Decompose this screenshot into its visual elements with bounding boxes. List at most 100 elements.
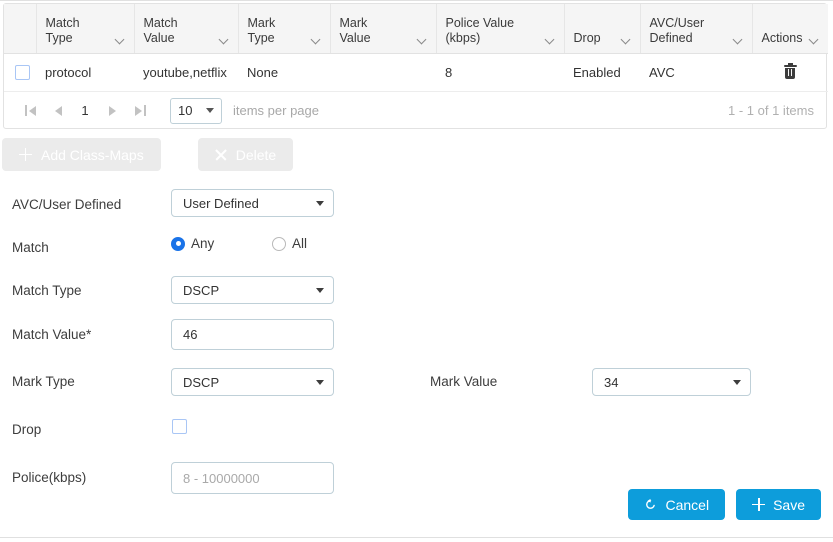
field-match: Match Any All bbox=[0, 230, 833, 272]
radio-unselected-icon bbox=[272, 236, 286, 251]
column-header-match-value-line1: Match bbox=[143, 15, 178, 30]
field-avc-user-defined: AVC/User Defined User Defined bbox=[0, 186, 833, 230]
match-radio-group: Any All bbox=[171, 236, 307, 251]
pagination-bar: 1 10 items per page 1 - 1 of 1 items bbox=[4, 92, 826, 129]
cancel-button[interactable]: Cancel bbox=[628, 489, 726, 520]
first-page-button[interactable] bbox=[16, 99, 44, 123]
class-map-configuration-page: Match Type Match Value Mark Type Mark Va… bbox=[0, 0, 833, 542]
field-drop: Drop bbox=[0, 404, 833, 448]
add-class-maps-button[interactable]: Add Class-Maps bbox=[2, 138, 161, 171]
cancel-label: Cancel bbox=[665, 496, 710, 513]
match-radio-any[interactable]: Any bbox=[171, 236, 272, 251]
chevron-down-icon[interactable] bbox=[417, 35, 427, 45]
chevron-down-icon[interactable] bbox=[733, 35, 743, 45]
column-header-police-value[interactable]: Police Value (kbps) bbox=[436, 4, 565, 54]
radio-selected-icon bbox=[171, 236, 185, 251]
bottom-divider bbox=[0, 537, 833, 538]
row-select-checkbox[interactable] bbox=[15, 64, 30, 80]
row-select-cell[interactable] bbox=[4, 53, 36, 92]
mark-type-select[interactable]: DSCP bbox=[171, 368, 334, 396]
column-header-mark-value-line2: Value bbox=[339, 30, 371, 45]
cell-actions[interactable] bbox=[752, 53, 828, 92]
avc-user-defined-select[interactable]: User Defined bbox=[171, 189, 334, 217]
field-match-value: Match Value* 46 bbox=[0, 314, 833, 359]
column-header-drop-label: Drop bbox=[573, 30, 601, 45]
table-toolbar: Add Class-Maps Delete bbox=[2, 138, 294, 171]
chevron-down-icon[interactable] bbox=[621, 35, 631, 45]
add-class-maps-label: Add Class-Maps bbox=[41, 146, 144, 163]
chevron-down-icon[interactable] bbox=[311, 35, 321, 45]
column-header-mark-type[interactable]: Mark Type bbox=[238, 4, 331, 54]
chevron-down-icon bbox=[733, 379, 741, 385]
field-mark-type-row: Mark Type DSCP Mark Value 34 bbox=[0, 359, 833, 404]
last-page-button[interactable] bbox=[126, 99, 154, 123]
label-match: Match bbox=[12, 240, 49, 255]
police-input[interactable]: 8 - 10000000 bbox=[171, 462, 334, 494]
column-header-avc-line1: AVC/User bbox=[649, 15, 705, 30]
table-header: Match Type Match Value Mark Type Mark Va… bbox=[4, 4, 828, 54]
label-match-type: Match Type bbox=[12, 283, 82, 298]
column-header-police-value-line1: Police Value bbox=[445, 15, 515, 30]
field-match-type: Match Type DSCP bbox=[0, 272, 833, 314]
match-value-input[interactable]: 46 bbox=[171, 319, 334, 350]
pagination-range-text: 1 - 1 of 1 items bbox=[728, 103, 814, 118]
label-mark-value: Mark Value bbox=[430, 374, 498, 389]
save-button[interactable]: Save bbox=[736, 489, 821, 520]
label-mark-type: Mark Type bbox=[12, 374, 75, 389]
chevron-down-icon[interactable] bbox=[809, 35, 819, 45]
table-header-row: Match Type Match Value Mark Type Mark Va… bbox=[4, 4, 828, 54]
column-header-match-type-line2: Type bbox=[45, 30, 73, 45]
first-page-icon[interactable] bbox=[16, 99, 44, 123]
mark-value-select[interactable]: 34 bbox=[592, 368, 751, 396]
column-header-match-value[interactable]: Match Value bbox=[134, 4, 239, 54]
mark-type-value: DSCP bbox=[183, 374, 220, 390]
last-page-icon[interactable] bbox=[126, 99, 154, 123]
label-police: Police(kbps) bbox=[12, 470, 87, 485]
trash-icon[interactable] bbox=[783, 62, 797, 80]
class-maps-table: Match Type Match Value Mark Type Mark Va… bbox=[4, 4, 828, 92]
items-per-page-select[interactable]: 10 bbox=[170, 97, 222, 124]
previous-page-icon[interactable] bbox=[44, 99, 72, 123]
column-header-avc-user-defined[interactable]: AVC/User Defined bbox=[640, 4, 753, 54]
items-per-page-value: 10 bbox=[178, 103, 193, 118]
match-type-value: DSCP bbox=[183, 282, 220, 298]
mark-value-value: 34 bbox=[604, 374, 619, 390]
cell-police-value: 8 bbox=[436, 53, 564, 92]
undo-icon bbox=[644, 498, 657, 511]
next-page-button[interactable] bbox=[98, 99, 126, 123]
save-label: Save bbox=[773, 496, 805, 513]
match-type-select[interactable]: DSCP bbox=[171, 276, 334, 304]
delete-button[interactable]: Delete bbox=[197, 138, 294, 171]
plus-icon bbox=[19, 148, 32, 161]
current-page-number[interactable]: 1 bbox=[72, 99, 98, 123]
items-per-page-label: items per page bbox=[233, 103, 319, 118]
label-drop: Drop bbox=[12, 422, 42, 437]
chevron-down-icon bbox=[206, 108, 214, 113]
chevron-down-icon bbox=[316, 287, 324, 293]
column-header-match-type[interactable]: Match Type bbox=[36, 4, 135, 54]
top-divider bbox=[0, 0, 833, 1]
column-header-match-type-line1: Match bbox=[45, 15, 80, 30]
drop-checkbox[interactable] bbox=[172, 419, 187, 434]
chevron-down-icon[interactable] bbox=[545, 35, 555, 45]
previous-page-button[interactable] bbox=[44, 99, 72, 123]
column-header-actions[interactable]: Actions bbox=[752, 4, 828, 54]
chevron-down-icon[interactable] bbox=[115, 35, 125, 45]
checkbox-unchecked-icon bbox=[172, 419, 187, 434]
close-icon bbox=[215, 149, 227, 161]
cell-match-value: youtube,netflix bbox=[134, 53, 238, 92]
chevron-down-icon[interactable] bbox=[219, 35, 229, 45]
table-body: protocol youtube,netflix None 8 Enabled … bbox=[4, 53, 828, 92]
table-row[interactable]: protocol youtube,netflix None 8 Enabled … bbox=[4, 53, 828, 92]
match-value-text: 46 bbox=[183, 327, 198, 342]
column-header-mark-value[interactable]: Mark Value bbox=[330, 4, 437, 54]
cell-drop: Enabled bbox=[564, 53, 640, 92]
cell-avc-user-defined: AVC bbox=[640, 53, 752, 92]
police-placeholder: 8 - 10000000 bbox=[183, 470, 260, 486]
class-maps-table-card: Match Type Match Value Mark Type Mark Va… bbox=[3, 3, 828, 129]
cell-mark-value bbox=[330, 53, 436, 92]
column-header-drop[interactable]: Drop bbox=[564, 4, 641, 54]
next-page-icon[interactable] bbox=[98, 99, 126, 123]
avc-user-defined-value: User Defined bbox=[183, 195, 259, 211]
match-radio-all[interactable]: All bbox=[272, 236, 307, 251]
